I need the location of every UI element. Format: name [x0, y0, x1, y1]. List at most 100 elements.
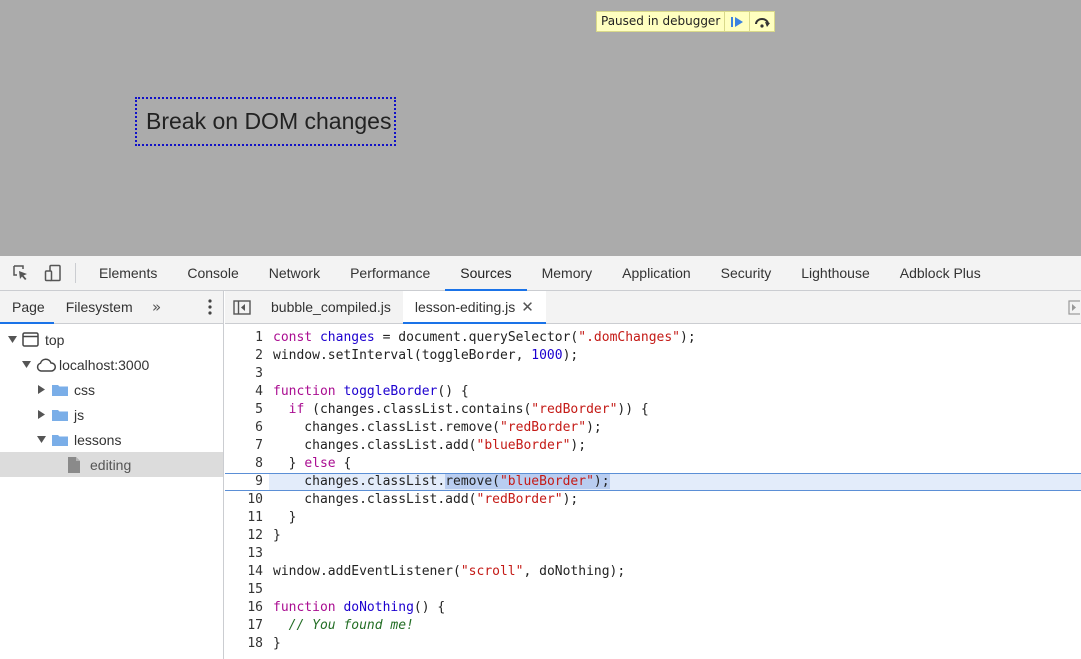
file-tab-bubble-compiled[interactable]: bubble_compiled.js	[259, 291, 403, 323]
code-text: );	[562, 492, 579, 507]
source-editor: bubble_compiled.js lesson-editing.js ✕ 1…	[225, 291, 1081, 659]
line-source: changes.classList.remove("redBorder");	[269, 419, 1081, 437]
line-number[interactable]: 3	[225, 365, 269, 383]
close-tab-icon[interactable]: ✕	[521, 298, 534, 316]
line-number[interactable]: 1	[225, 329, 269, 347]
expanded-arrow-icon[interactable]	[20, 361, 32, 368]
tab-console[interactable]: Console	[172, 256, 253, 290]
tab-performance[interactable]: Performance	[335, 256, 445, 290]
tab-lighthouse[interactable]: Lighthouse	[786, 256, 885, 290]
toggle-debugger-sidebar-button[interactable]	[1067, 291, 1081, 324]
code-text: }	[273, 636, 281, 651]
line-number[interactable]: 7	[225, 437, 269, 455]
line-source: function toggleBorder() {	[269, 383, 1081, 401]
sidebar-toggle-icon	[233, 299, 251, 315]
expanded-arrow-icon[interactable]	[6, 336, 18, 343]
code-line[interactable]: 10 changes.classList.add("redBorder");	[225, 491, 1081, 509]
code-line[interactable]: 17 // You found me!	[225, 617, 1081, 635]
tab-sources[interactable]: Sources	[445, 256, 527, 291]
tab-elements[interactable]: Elements	[84, 256, 172, 290]
code-string: "redBorder"	[476, 492, 563, 507]
tab-network[interactable]: Network	[254, 256, 335, 290]
code-line[interactable]: 16 function doNothing() {	[225, 599, 1081, 617]
nav-tab-filesystem[interactable]: Filesystem	[54, 291, 142, 323]
step-over-icon	[755, 17, 771, 28]
code-line[interactable]: 14 window.addEventListener("scroll", doNo…	[225, 563, 1081, 581]
dom-changes-box: Break on DOM changes	[135, 97, 396, 146]
resume-button[interactable]	[724, 12, 749, 31]
code-line[interactable]: 4 function toggleBorder() {	[225, 383, 1081, 401]
file-tab-lesson-editing[interactable]: lesson-editing.js ✕	[402, 291, 546, 324]
code-line[interactable]: 15	[225, 581, 1081, 599]
code-string: "scroll"	[460, 564, 524, 579]
code-area[interactable]: 1 const changes = document.querySelector(…	[225, 324, 1081, 653]
tree-item-lessons[interactable]: lessons	[0, 427, 223, 452]
code-string: "blueBorder"	[476, 438, 571, 453]
line-number[interactable]: 4	[225, 383, 269, 401]
tab-application[interactable]: Application	[607, 256, 706, 290]
navigator-menu-button[interactable]	[197, 291, 223, 323]
execution-line[interactable]: 9 changes.classList.remove("blueBorder")…	[225, 473, 1081, 491]
line-number[interactable]: 10	[225, 491, 269, 509]
code-line[interactable]: 8 } else {	[225, 455, 1081, 473]
nav-tab-page[interactable]: Page	[0, 291, 54, 324]
devtools-main-toolbar: Elements Console Network Performance Sou…	[0, 256, 1081, 291]
expanded-arrow-icon[interactable]	[35, 436, 47, 443]
tab-security[interactable]: Security	[706, 256, 787, 290]
debugger-sidebar-toggle-icon	[1068, 300, 1080, 315]
code-line[interactable]: 13	[225, 545, 1081, 563]
line-source: if (changes.classList.contains("redBorde…	[269, 401, 1081, 419]
code-string: "redBorder"	[531, 402, 618, 417]
line-number[interactable]: 6	[225, 419, 269, 437]
code-line[interactable]: 7 changes.classList.add("blueBorder");	[225, 437, 1081, 455]
line-number[interactable]: 11	[225, 509, 269, 527]
code-text: changes.classList.add(	[273, 438, 477, 453]
code-line[interactable]: 2 window.setInterval(toggleBorder, 1000);	[225, 347, 1081, 365]
line-number[interactable]: 9	[225, 474, 269, 490]
line-number[interactable]: 5	[225, 401, 269, 419]
tree-item-label: css	[74, 381, 95, 398]
tab-adblock-plus[interactable]: Adblock Plus	[885, 256, 996, 290]
code-text: , doNothing);	[523, 564, 626, 579]
line-number[interactable]: 12	[225, 527, 269, 545]
code-line[interactable]: 3	[225, 365, 1081, 383]
code-text: () {	[413, 600, 446, 615]
line-source	[269, 545, 1081, 563]
tree-item-css[interactable]: css	[0, 377, 223, 402]
tree-item-top[interactable]: top	[0, 327, 223, 352]
code-text: }	[273, 456, 305, 471]
line-number[interactable]: 17	[225, 617, 269, 635]
line-number[interactable]: 2	[225, 347, 269, 365]
line-number[interactable]: 15	[225, 581, 269, 599]
tree-item-js[interactable]: js	[0, 402, 223, 427]
step-over-button[interactable]	[749, 12, 774, 31]
line-number[interactable]: 14	[225, 563, 269, 581]
code-text: changes.classList.	[273, 474, 446, 489]
code-text: }	[273, 510, 297, 525]
code-text: window.setInterval(toggleBorder,	[273, 348, 532, 363]
tab-memory[interactable]: Memory	[527, 256, 608, 290]
collapsed-arrow-icon[interactable]	[35, 410, 47, 419]
line-number[interactable]: 18	[225, 635, 269, 653]
code-text: );	[680, 330, 696, 345]
code-line[interactable]: 12}	[225, 527, 1081, 545]
line-number[interactable]: 16	[225, 599, 269, 617]
code-line[interactable]: 1 const changes = document.querySelector(…	[225, 329, 1081, 347]
tree-item-localhost[interactable]: localhost:3000	[0, 352, 223, 377]
device-toolbar-button[interactable]	[37, 256, 69, 290]
more-tabs-chevron-icon[interactable]: »	[142, 291, 172, 323]
code-line[interactable]: 5 if (changes.classList.contains("redBor…	[225, 401, 1081, 419]
line-number[interactable]: 13	[225, 545, 269, 563]
toggle-navigator-button[interactable]	[225, 291, 259, 323]
line-number[interactable]: 8	[225, 455, 269, 473]
code-line[interactable]: 6 changes.classList.remove("redBorder");	[225, 419, 1081, 437]
collapsed-arrow-icon[interactable]	[35, 385, 47, 394]
file-icon	[67, 456, 87, 474]
code-string: ".domChanges"	[578, 330, 681, 345]
code-keyword: if	[288, 402, 305, 417]
code-line[interactable]: 11 }	[225, 509, 1081, 527]
tree-item-editing[interactable]: editing	[0, 452, 223, 477]
inspect-element-button[interactable]	[5, 256, 37, 290]
code-line[interactable]: 18}	[225, 635, 1081, 653]
tree-item-label: top	[45, 331, 65, 348]
